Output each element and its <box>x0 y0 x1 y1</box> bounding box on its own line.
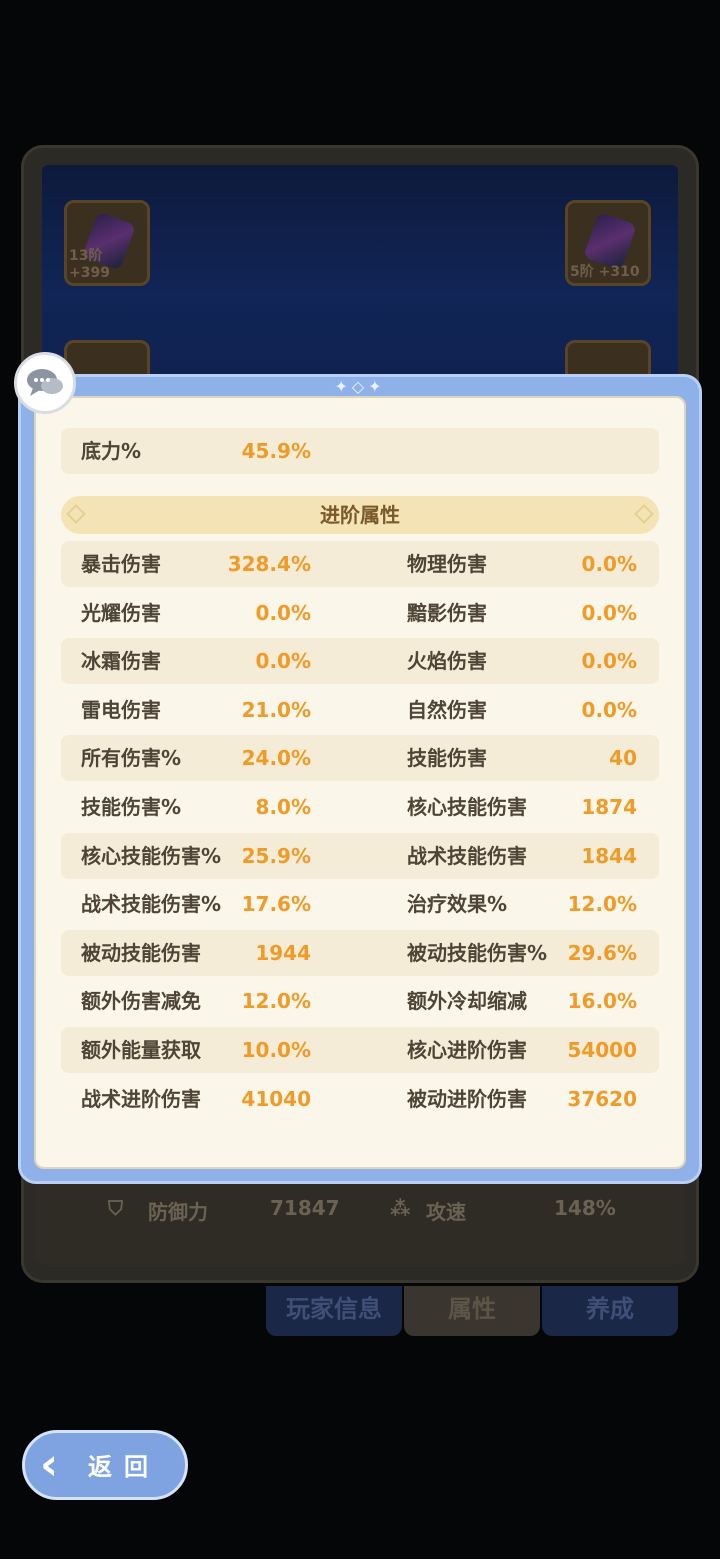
stat-value: 24.0% <box>241 746 311 771</box>
stat-label: 治疗效果% <box>407 892 508 917</box>
stat-label: 底力% <box>81 439 142 463</box>
stat-value: 0.0% <box>581 600 637 625</box>
tab-cultivation[interactable]: 养成 <box>542 1286 678 1336</box>
stat-row: 战术技能伤害% 17.6% 治疗效果% 12.0% <box>61 881 659 927</box>
stat-value: 45.9% <box>241 439 311 463</box>
defense-label: 防御力 <box>148 1200 208 1224</box>
speed-label: 攻速 <box>426 1200 466 1224</box>
diamond-icon <box>66 504 86 524</box>
stat-value: 54000 <box>567 1038 637 1062</box>
stat-label: 火焰伤害 <box>407 649 487 674</box>
stat-label: 黯影伤害 <box>407 600 487 625</box>
stat-row: 光耀伤害 0.0% 黯影伤害 0.0% <box>61 590 659 636</box>
stat-label: 光耀伤害 <box>81 600 161 625</box>
stat-value: 1944 <box>255 940 311 965</box>
stat-row: 冰霜伤害 0.0% 火焰伤害 0.0% <box>61 638 659 685</box>
stat-value: 0.0% <box>581 552 637 576</box>
stat-value: 16.0% <box>567 989 637 1014</box>
stat-value: 0.0% <box>581 697 637 722</box>
stat-value: 12.0% <box>567 892 637 917</box>
stat-row: 暴击伤害 328.4% 物理伤害 0.0% <box>61 541 659 587</box>
stat-value: 8.0% <box>255 795 311 819</box>
stat-row: 额外伤害减免 12.0% 额外冷却缩减 16.0% <box>61 978 659 1024</box>
stat-label: 所有伤害% <box>81 746 182 771</box>
stat-value: 41040 <box>241 1086 311 1111</box>
stat-label: 核心进阶伤害 <box>407 1038 527 1062</box>
stat-label: 雷电伤害 <box>81 697 161 722</box>
stat-value: 1844 <box>581 843 637 868</box>
stat-label: 技能伤害% <box>81 795 182 819</box>
panel-ornament-icon: ✦◇✦ <box>334 377 386 396</box>
stat-label: 自然伤害 <box>407 697 487 722</box>
stat-value: 17.6% <box>241 892 311 917</box>
back-arrow-icon: ‹ <box>40 1439 59 1490</box>
stat-label: 战术技能伤害 <box>407 843 527 868</box>
stat-row: 雷电伤害 21.0% 自然伤害 0.0% <box>61 687 659 733</box>
stat-value: 10.0% <box>241 1038 311 1062</box>
stat-value: 328.4% <box>227 552 311 576</box>
stat-value: 0.0% <box>255 649 311 674</box>
stat-label: 额外伤害减免 <box>81 989 201 1014</box>
stat-value: 12.0% <box>241 989 311 1014</box>
stat-value: 0.0% <box>581 649 637 674</box>
stat-row: 被动技能伤害 1944 被动技能伤害% 29.6% <box>61 929 659 976</box>
section-title: 进阶属性 <box>320 503 400 527</box>
stat-label: 暴击伤害 <box>81 552 161 576</box>
section-header-advanced: 进阶属性 <box>61 496 659 534</box>
stat-value: 25.9% <box>241 843 311 868</box>
stat-row: 核心技能伤害% 25.9% 战术技能伤害 1844 <box>61 832 659 879</box>
stat-label: 额外能量获取 <box>81 1038 201 1062</box>
chat-button[interactable] <box>14 352 76 414</box>
bg-stats-area <box>36 1180 684 1265</box>
stat-value: 0.0% <box>255 600 311 625</box>
stat-label: 额外冷却缩减 <box>407 989 527 1014</box>
defense-value: 71847 <box>270 1196 340 1220</box>
equipment-slot-left[interactable]: 13阶 +399 <box>64 200 150 286</box>
equipment-level: 13阶 +399 <box>69 248 110 281</box>
stat-value: 29.6% <box>567 940 637 965</box>
stat-row: 技能伤害% 8.0% 核心技能伤害 1874 <box>61 784 659 830</box>
tab-attributes[interactable]: 属性 <box>404 1286 540 1336</box>
chat-bubble-icon <box>27 369 63 396</box>
stat-value: 40 <box>609 746 637 771</box>
stat-row: 所有伤害% 24.0% 技能伤害 40 <box>61 735 659 782</box>
shield-icon: ⛉ <box>108 1196 123 1220</box>
stat-row-base-power: 底力% 45.9% <box>61 428 659 474</box>
equipment-slot-right[interactable]: 5阶 +310 <box>565 200 651 286</box>
attack-speed-icon: ⁂ <box>390 1196 411 1220</box>
stat-value: 1874 <box>581 795 637 819</box>
stat-label: 被动进阶伤害 <box>407 1086 527 1111</box>
stat-label: 冰霜伤害 <box>81 649 161 674</box>
back-button-label[interactable]: 返回 <box>88 1447 160 1482</box>
stat-label: 核心技能伤害 <box>407 795 527 819</box>
stat-label: 技能伤害 <box>407 746 487 771</box>
equipment-level: 5阶 +310 <box>570 264 640 280</box>
tab-player-info[interactable]: 玩家信息 <box>266 1286 402 1336</box>
stat-label: 被动技能伤害% <box>407 940 548 965</box>
speed-value: 148% <box>554 1196 616 1220</box>
stat-label: 战术进阶伤害 <box>81 1086 201 1111</box>
diamond-icon <box>634 504 654 524</box>
stat-label: 核心技能伤害% <box>81 843 222 868</box>
stat-label: 被动技能伤害 <box>81 940 201 965</box>
stat-value: 21.0% <box>241 697 311 722</box>
stat-label: 战术技能伤害% <box>81 892 222 917</box>
stat-value: 37620 <box>567 1086 637 1111</box>
stat-label: 物理伤害 <box>407 552 487 576</box>
stat-row: 额外能量获取 10.0% 核心进阶伤害 54000 <box>61 1027 659 1073</box>
stat-row: 战术进阶伤害 41040 被动进阶伤害 37620 <box>61 1076 659 1122</box>
